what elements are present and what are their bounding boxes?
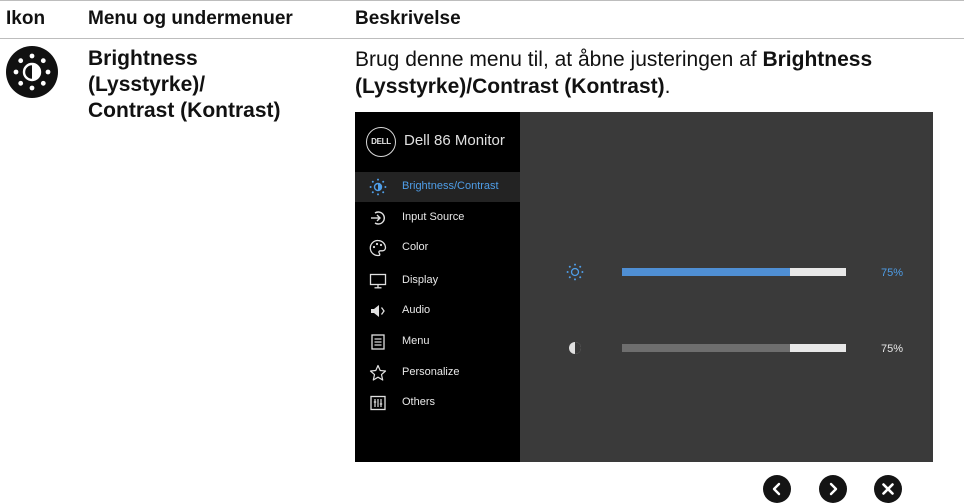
osd-menu-label: Others bbox=[402, 396, 436, 408]
osd-screenshot: DELL Dell 86 Monitor Brightness/Contrast… bbox=[355, 112, 933, 462]
osd-menu-item-input-source[interactable]: Input Source bbox=[355, 203, 520, 233]
brightness-icon bbox=[369, 178, 387, 196]
brightness-slider-fill bbox=[622, 268, 790, 276]
osd-menu-label: Color bbox=[402, 241, 429, 253]
osd-menu-label: Personalize bbox=[402, 366, 460, 378]
chevron-left-icon bbox=[772, 482, 781, 496]
speaker-icon bbox=[371, 305, 385, 317]
nav-next-button[interactable] bbox=[819, 475, 847, 503]
brightness-contrast-icon bbox=[6, 46, 58, 98]
osd-menu-item-display[interactable]: Display bbox=[355, 266, 520, 296]
star-icon bbox=[369, 364, 387, 381]
osd-menu-label: Brightness/Contrast bbox=[402, 180, 499, 192]
osd-menu-item-color[interactable]: Color bbox=[355, 233, 520, 263]
contrast-slider-fill bbox=[622, 344, 790, 352]
contrast-slider[interactable] bbox=[622, 344, 846, 352]
menu-icon bbox=[371, 334, 385, 350]
osd-menu-label: Menu bbox=[402, 335, 430, 347]
others-icon bbox=[370, 395, 386, 411]
header-menu-column: Menu og undermenuer bbox=[88, 8, 293, 29]
description-suffix: . bbox=[664, 75, 671, 98]
input-source-icon bbox=[371, 211, 385, 225]
header-divider bbox=[0, 38, 964, 39]
osd-menu-item-brightness-contrast[interactable]: Brightness/Contrast bbox=[355, 172, 520, 202]
osd-sidebar: DELL Dell 86 Monitor Brightness/Contrast… bbox=[355, 112, 520, 462]
menu-name: Brightness (Lysstyrke)/ Contrast (Kontra… bbox=[88, 46, 328, 124]
header-description-column: Beskrivelse bbox=[355, 8, 461, 29]
osd-menu-label: Audio bbox=[402, 304, 431, 316]
nav-previous-button[interactable] bbox=[763, 475, 791, 503]
osd-menu-item-menu[interactable]: Menu bbox=[355, 327, 520, 357]
table-top-border bbox=[0, 0, 964, 1]
brightness-icon bbox=[566, 263, 584, 281]
monitor-name: Dell 86 Monitor bbox=[404, 132, 505, 149]
nav-close-button[interactable] bbox=[874, 475, 902, 503]
menu-name-line: Contrast (Kontrast) bbox=[88, 99, 281, 122]
osd-menu-item-personalize[interactable]: Personalize bbox=[355, 358, 520, 388]
brightness-value: 75% bbox=[881, 267, 904, 279]
osd-menu-label: Input Source bbox=[402, 211, 465, 223]
osd-menu-item-audio[interactable]: Audio bbox=[355, 296, 520, 326]
menu-name-line: Brightness bbox=[88, 47, 198, 70]
description-prefix: Brug denne menu til, at åbne justeringen… bbox=[355, 48, 763, 71]
color-palette-icon bbox=[369, 239, 387, 257]
menu-name-line: (Lysstyrke)/ bbox=[88, 73, 206, 96]
contrast-value: 75% bbox=[881, 343, 904, 355]
osd-menu-item-others[interactable]: Others bbox=[355, 388, 520, 418]
brightness-slider[interactable] bbox=[622, 268, 846, 276]
description-text: Brug denne menu til, at åbne justeringen… bbox=[355, 46, 955, 100]
osd-menu-label: Display bbox=[402, 274, 439, 286]
dell-logo: DELL bbox=[366, 127, 396, 157]
chevron-right-icon bbox=[829, 482, 838, 496]
display-icon bbox=[369, 273, 387, 289]
contrast-icon bbox=[569, 342, 581, 354]
header-icon-column: Ikon bbox=[6, 8, 46, 29]
close-icon bbox=[882, 483, 894, 495]
